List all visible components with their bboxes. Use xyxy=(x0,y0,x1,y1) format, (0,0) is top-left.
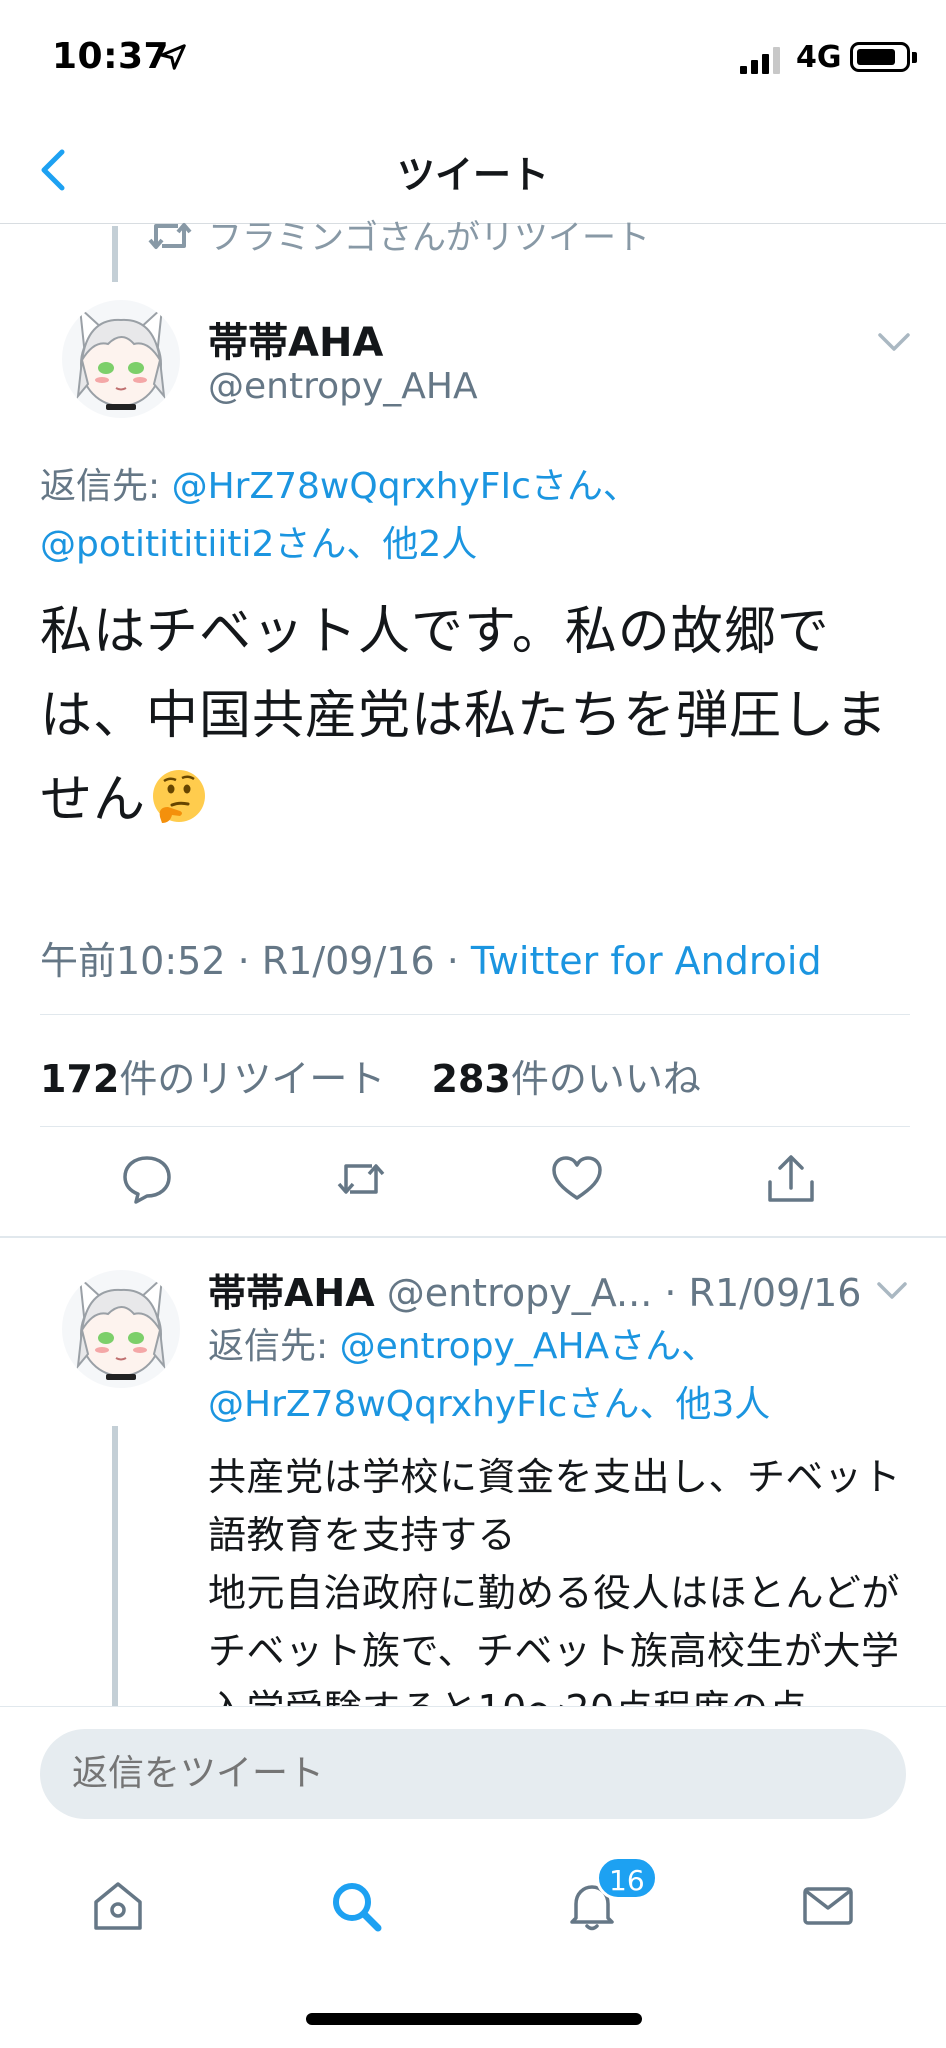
reply-text: 共産党は学校に資金を支出し、チベット語教育を支持する 地元自治政府に勤める役人は… xyxy=(208,1455,902,1706)
author-handle[interactable]: @entropy_AHA xyxy=(208,366,478,407)
section-divider xyxy=(0,1236,946,1238)
reply-author-name[interactable]: 帯帯AHA xyxy=(208,1271,375,1315)
like-count: 283 xyxy=(431,1057,511,1101)
battery-icon xyxy=(850,42,910,72)
tab-bar xyxy=(0,1840,946,1960)
reply-to-prefix: 返信先: xyxy=(208,1326,340,1367)
reply-to-prefix: 返信先: xyxy=(40,466,172,507)
reply-compose-input[interactable] xyxy=(40,1729,906,1819)
retweet-context-icon xyxy=(148,223,192,249)
tweet-source-link[interactable]: Twitter for Android xyxy=(471,939,822,983)
tweet-text: 私はチベット人です。私の故郷では、中国共産党は私たちを弾圧しません xyxy=(40,590,920,842)
chevron-down-icon[interactable] xyxy=(876,330,912,354)
reply-mention-link[interactable]: @potitititiiti2さん、他2人 xyxy=(40,524,477,565)
notifications-badge: 16 xyxy=(596,1856,658,1900)
divider xyxy=(40,1126,910,1127)
reply-icon[interactable] xyxy=(120,1152,174,1206)
home-indicator[interactable] xyxy=(306,2013,642,2025)
home-icon[interactable] xyxy=(88,1876,148,1936)
share-icon[interactable] xyxy=(764,1152,818,1206)
battery-tip xyxy=(912,52,917,63)
thinking-face-emoji-icon xyxy=(153,770,206,823)
avatar[interactable] xyxy=(62,1270,180,1388)
avatar[interactable] xyxy=(62,300,180,418)
retweet-stat-label: 件のリツイート xyxy=(119,1057,386,1101)
avatar-illustration xyxy=(76,1275,166,1380)
reply-header: 帯帯AHA @entropy_A... · R1/09/16 xyxy=(208,1262,861,1317)
reply-to-line: 返信先: @entropy_AHAさん、 @HrZ78wQqrxhyFIcさん、… xyxy=(208,1318,918,1434)
reply-to-line: 返信先: @HrZ78wQqrxhyFIcさん、 @potitititiiti2… xyxy=(40,458,910,574)
page-title: ツイート xyxy=(396,153,549,197)
chevron-down-icon[interactable] xyxy=(876,1280,908,1302)
compose-bar xyxy=(0,1706,946,1819)
messages-envelope-icon[interactable] xyxy=(798,1876,858,1936)
reply-mention-link[interactable]: @entropy_AHAさん、 xyxy=(340,1326,718,1367)
avatar-illustration xyxy=(76,305,166,410)
location-arrow-icon xyxy=(160,44,186,70)
retweet-icon[interactable] xyxy=(334,1152,388,1206)
like-heart-icon[interactable] xyxy=(550,1152,604,1206)
tweet-stats: 172件のリツイート 283件のいいね xyxy=(40,1048,701,1103)
like-stat-label: 件のいいね xyxy=(510,1057,701,1101)
reply-mention-link[interactable]: @HrZ78wQqrxhyFIcさん、他3人 xyxy=(208,1384,770,1425)
search-icon[interactable] xyxy=(326,1876,386,1936)
cellular-signal-icon xyxy=(740,47,780,74)
tweet-time-date: 午前10:52 · R1/09/16 · xyxy=(40,939,471,983)
like-stat[interactable]: 283件のいいね xyxy=(432,1057,701,1101)
thread-line xyxy=(112,1426,118,1706)
network-type: 4G xyxy=(796,40,842,75)
retweet-context-label: フラミンゴさんがリツイート xyxy=(208,218,650,258)
reply-date: · R1/09/16 xyxy=(652,1271,862,1315)
reply-mention-link[interactable]: @HrZ78wQqrxhyFIcさん、 xyxy=(172,466,639,507)
nav-header: ツイート xyxy=(0,120,946,224)
divider xyxy=(40,1014,910,1015)
author-name[interactable]: 帯帯AHA xyxy=(208,310,383,368)
thread-line xyxy=(112,226,118,282)
status-time: 10:37 xyxy=(52,36,170,77)
tweet-timestamp: 午前10:52 · R1/09/16 · Twitter for Android xyxy=(40,930,822,985)
retweet-stat[interactable]: 172件のリツイート xyxy=(40,1057,385,1101)
status-bar: 10:37 4G xyxy=(0,0,946,120)
retweet-count: 172 xyxy=(40,1057,120,1101)
reply-author-handle[interactable]: @entropy_A... xyxy=(387,1271,653,1315)
